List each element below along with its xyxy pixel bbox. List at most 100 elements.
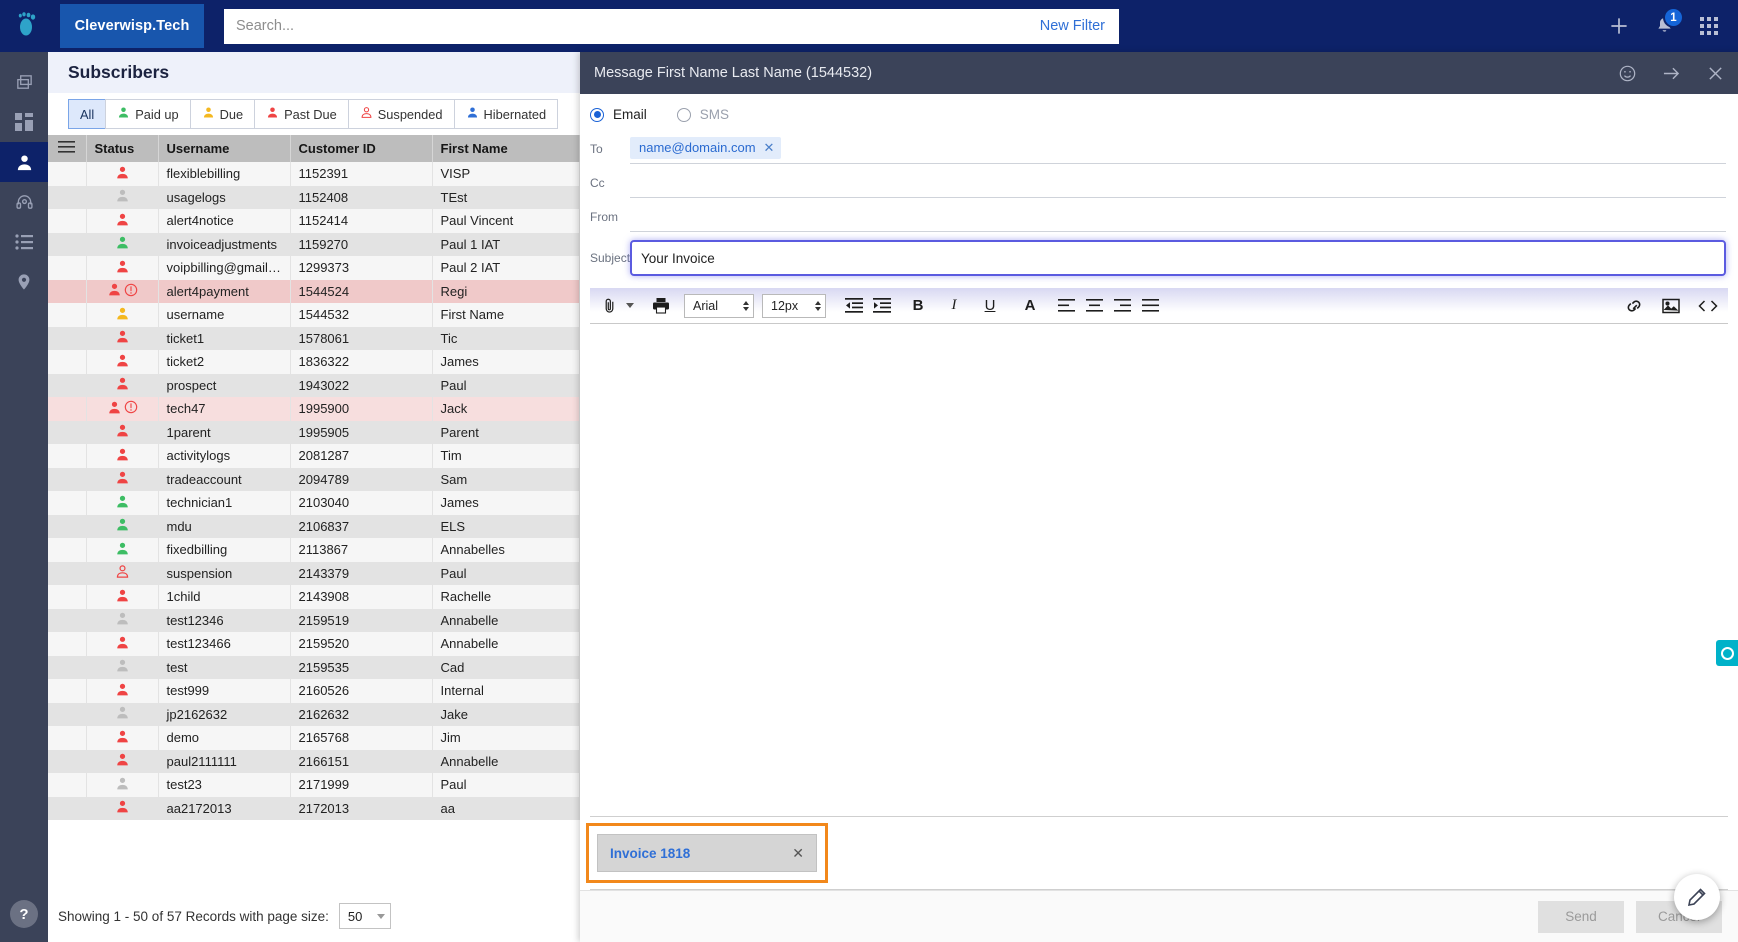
- tab-due[interactable]: Due: [189, 99, 255, 129]
- underline-button[interactable]: U: [977, 293, 1003, 319]
- indent-icon[interactable]: [869, 293, 895, 319]
- table-row[interactable]: username 1544532 First Name: [48, 303, 580, 327]
- brand-button[interactable]: Cleverwisp.Tech: [60, 4, 204, 48]
- recipient-chip[interactable]: name@domain.com ✕: [630, 136, 782, 159]
- table-row[interactable]: flexiblebilling 1152391 VISP: [48, 162, 580, 186]
- send-button[interactable]: Send: [1538, 900, 1624, 933]
- row-select-cell[interactable]: [48, 232, 87, 256]
- row-select-cell[interactable]: [48, 303, 87, 327]
- paperclip-dropdown-icon[interactable]: [624, 293, 636, 319]
- font-family-select[interactable]: Arial: [684, 293, 754, 318]
- row-select-cell[interactable]: [48, 279, 87, 303]
- table-row[interactable]: demo 2165768 Jim: [48, 726, 580, 750]
- subject-input[interactable]: [641, 250, 1715, 266]
- table-row[interactable]: invoiceadjustments 1159270 Paul 1 IAT: [48, 232, 580, 256]
- table-row[interactable]: test123466 2159520 Annabelle: [48, 632, 580, 656]
- row-select-cell[interactable]: [48, 209, 87, 233]
- attachment-item[interactable]: Invoice 1818 ✕: [597, 834, 817, 872]
- radio-sms[interactable]: SMS: [676, 107, 729, 122]
- table-row[interactable]: jp2162632 2162632 Jake: [48, 702, 580, 726]
- close-icon[interactable]: [1707, 65, 1724, 82]
- edit-pen-icon[interactable]: [1674, 874, 1720, 920]
- row-select-cell[interactable]: [48, 702, 87, 726]
- row-select-cell[interactable]: [48, 467, 87, 491]
- table-row[interactable]: voipbilling@gmail.co... 1299373 Paul 2 IAT: [48, 256, 580, 280]
- row-select-cell[interactable]: [48, 350, 87, 374]
- sidebar-item-copy[interactable]: [0, 62, 48, 102]
- row-select-cell[interactable]: [48, 749, 87, 773]
- bold-button[interactable]: B: [905, 293, 931, 319]
- row-select-cell[interactable]: [48, 162, 87, 186]
- table-row[interactable]: 1parent 1995905 Parent: [48, 420, 580, 444]
- row-select-cell[interactable]: [48, 796, 87, 820]
- tab-suspended[interactable]: Suspended: [347, 99, 454, 129]
- table-row[interactable]: ticket2 1836322 James: [48, 350, 580, 374]
- sidebar-item-support[interactable]: [0, 182, 48, 222]
- printer-icon[interactable]: [648, 293, 674, 319]
- row-select-cell[interactable]: [48, 585, 87, 609]
- plus-icon[interactable]: [1609, 16, 1629, 36]
- arrow-right-icon[interactable]: [1662, 65, 1681, 82]
- remove-recipient-icon[interactable]: ✕: [764, 140, 775, 156]
- tab-paid-up[interactable]: Paid up: [105, 99, 190, 129]
- row-select-cell[interactable]: [48, 773, 87, 797]
- row-select-cell[interactable]: [48, 632, 87, 656]
- row-select-cell[interactable]: [48, 373, 87, 397]
- table-row[interactable]: mdu 2106837 ELS: [48, 514, 580, 538]
- text-color-button[interactable]: A: [1017, 293, 1043, 319]
- table-row[interactable]: test999 2160526 Internal: [48, 679, 580, 703]
- table-row[interactable]: test 2159535 Cad: [48, 655, 580, 679]
- table-row[interactable]: aa2172013 2172013 aa: [48, 796, 580, 820]
- table-row[interactable]: usagelogs 1152408 TEst: [48, 185, 580, 209]
- table-row[interactable]: technician1 2103040 James: [48, 491, 580, 515]
- table-row[interactable]: test23 2171999 Paul: [48, 773, 580, 797]
- from-input[interactable]: [630, 202, 1726, 232]
- row-select-cell[interactable]: [48, 561, 87, 585]
- search-input[interactable]: [224, 9, 1040, 43]
- outdent-icon[interactable]: [841, 293, 867, 319]
- align-right-icon[interactable]: [1109, 293, 1135, 319]
- row-select-cell[interactable]: [48, 655, 87, 679]
- table-row[interactable]: alert4notice 1152414 Paul Vincent: [48, 209, 580, 233]
- chat-bubble-icon[interactable]: [1716, 640, 1738, 666]
- tab-past-due[interactable]: Past Due: [254, 99, 348, 129]
- column-header-status[interactable]: Status: [86, 135, 159, 162]
- table-row[interactable]: ticket1 1578061 Tic: [48, 326, 580, 350]
- row-select-cell[interactable]: [48, 538, 87, 562]
- row-select-cell[interactable]: [48, 444, 87, 468]
- link-icon[interactable]: [1622, 293, 1648, 319]
- new-filter-button[interactable]: New Filter: [1040, 18, 1119, 34]
- row-select-cell[interactable]: [48, 491, 87, 515]
- column-header-first-name[interactable]: First Name: [432, 135, 580, 162]
- code-icon[interactable]: [1694, 293, 1722, 319]
- italic-button[interactable]: I: [941, 293, 967, 319]
- sidebar-item-dashboard[interactable]: [0, 102, 48, 142]
- emoji-icon[interactable]: [1619, 65, 1636, 82]
- table-row[interactable]: alert4payment 1544524 Regi: [48, 279, 580, 303]
- radio-email[interactable]: Email: [590, 107, 647, 122]
- grid-apps-icon[interactable]: [1700, 17, 1718, 35]
- help-button[interactable]: ?: [10, 900, 38, 928]
- cc-input[interactable]: [630, 168, 1726, 198]
- column-header-username[interactable]: Username: [158, 135, 291, 162]
- sidebar-item-list[interactable]: [0, 222, 48, 262]
- row-select-cell[interactable]: [48, 726, 87, 750]
- app-logo[interactable]: [0, 0, 56, 52]
- table-row[interactable]: prospect 1943022 Paul: [48, 373, 580, 397]
- align-center-icon[interactable]: [1081, 293, 1107, 319]
- table-row[interactable]: paul2111111 2166151 Annabelle: [48, 749, 580, 773]
- column-header-customer-id[interactable]: Customer ID: [290, 135, 433, 162]
- sidebar-item-subscribers[interactable]: [0, 142, 48, 182]
- row-select-cell[interactable]: [48, 256, 87, 280]
- table-row[interactable]: activitylogs 2081287 Tim: [48, 444, 580, 468]
- tab-hibernated[interactable]: Hibernated: [453, 99, 559, 129]
- to-input[interactable]: name@domain.com ✕: [630, 134, 1726, 164]
- align-justify-icon[interactable]: [1137, 293, 1163, 319]
- font-size-select[interactable]: 12px: [762, 293, 826, 318]
- page-size-select[interactable]: 50: [338, 903, 391, 929]
- image-icon[interactable]: [1658, 293, 1684, 319]
- table-row[interactable]: 1child 2143908 Rachelle: [48, 585, 580, 609]
- tab-all[interactable]: All: [68, 99, 106, 129]
- table-menu-header[interactable]: [48, 135, 87, 162]
- sidebar-item-map[interactable]: [0, 262, 48, 302]
